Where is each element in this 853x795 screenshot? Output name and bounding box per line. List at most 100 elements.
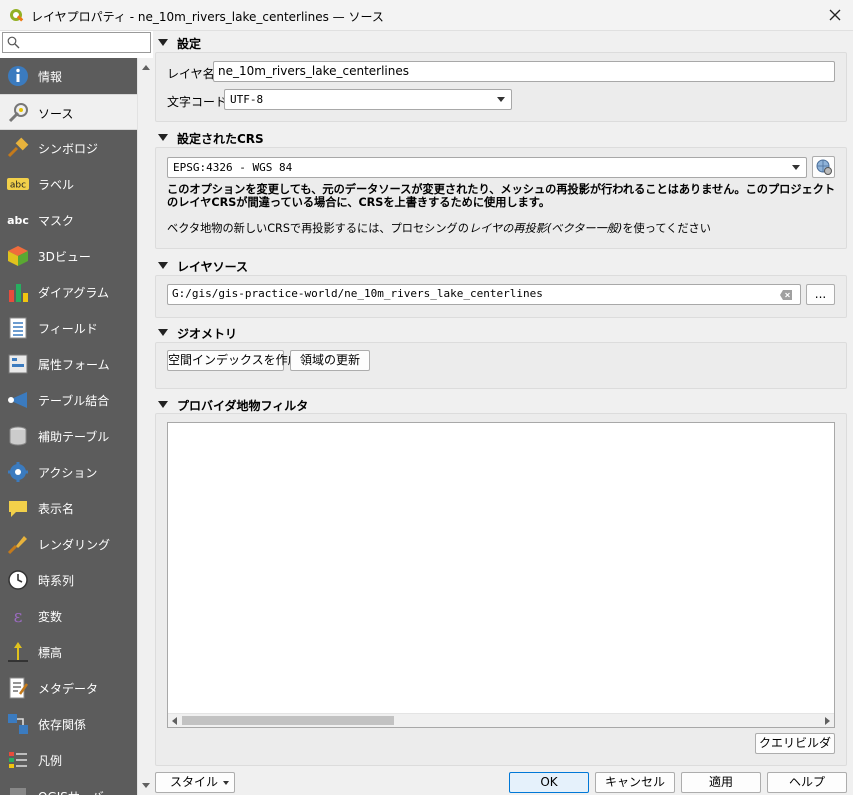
crs-combo[interactable]: EPSG:4326 - WGS 84 [167, 157, 807, 178]
ok-button[interactable]: OK [509, 772, 589, 793]
sidebar-item[interactable]: アクション [0, 454, 137, 490]
sidebar-item[interactable]: フィールド [0, 310, 137, 346]
scroll-right-icon[interactable] [825, 717, 830, 725]
crs-hint-suffix: を使ってください [622, 222, 711, 235]
sidebar-item[interactable]: シンボロジ [0, 130, 137, 166]
encoding-combo[interactable]: UTF-8 [224, 89, 512, 110]
search-box[interactable] [2, 32, 151, 53]
sidebar-item[interactable]: 凡例 [0, 742, 137, 778]
layer-source-section-header[interactable]: レイヤソース [155, 256, 847, 274]
sidebar-item-label: ソース [38, 107, 74, 121]
close-button[interactable] [817, 0, 853, 31]
sidebar-item[interactable]: メタデータ [0, 670, 137, 706]
scroll-down-icon[interactable] [142, 783, 150, 788]
crs-section-header[interactable]: 設定されたCRS [155, 128, 847, 146]
geometry-section-header[interactable]: ジオメトリ [155, 323, 847, 341]
settings-section-header[interactable]: 設定 [155, 33, 847, 51]
crs-hint-prefix: ベクタ地物の新しいCRSで再投影するには、プロセシングの [167, 222, 469, 235]
legend-icon [9, 752, 27, 768]
sidebar-item-label: 時系列 [38, 574, 75, 588]
sidebar-item-label: 標高 [38, 646, 63, 660]
sidebar-item[interactable]: ダイアグラム [0, 274, 137, 310]
sidebar-scrollbar[interactable] [137, 58, 153, 795]
sidebar-item[interactable]: QGISサーバ [0, 778, 137, 795]
variables-epsilon-icon: ε [14, 607, 23, 627]
elevation-icon [8, 642, 28, 662]
metadata-icon [9, 677, 29, 699]
browse-button[interactable]: ... [806, 284, 835, 305]
update-extent-button[interactable]: 領域の更新 [290, 350, 370, 371]
style-dropdown-button[interactable]: スタイル [155, 772, 235, 793]
sidebar-item[interactable]: 時系列 [0, 562, 137, 598]
crs-warning-text: このオプションを変更しても、元のデータソースが変更されたり、メッシュの再投影が行… [167, 183, 836, 209]
collapse-arrow-icon[interactable] [158, 401, 168, 408]
collapse-arrow-icon[interactable] [158, 262, 168, 269]
globe-settings-icon [816, 159, 832, 175]
close-icon [829, 9, 841, 21]
reproject-algorithm-link: レイヤの再投影(ベクター一般) [468, 222, 623, 235]
rendering-brush-icon [7, 536, 27, 555]
join-icon [8, 392, 27, 408]
scroll-left-icon[interactable] [172, 717, 177, 725]
layer-source-path-input[interactable]: G:/gis/gis-practice-world/ne_10m_rivers_… [167, 284, 801, 305]
collapse-arrow-icon[interactable] [158, 329, 168, 336]
sidebar-item-label: 情報 [38, 70, 63, 84]
sidebar-item-label: マスク [38, 214, 75, 228]
svg-text:abc: abc [10, 181, 26, 191]
create-spatial-index-button[interactable]: 空間インデックスを作成 [167, 350, 300, 371]
encoding-label: 文字コード [167, 95, 228, 109]
sidebar-item[interactable]: 依存関係 [0, 706, 137, 742]
sidebar-item[interactable]: 補助テーブル [0, 418, 137, 454]
filter-expression-editor[interactable] [167, 422, 835, 728]
cancel-button[interactable]: キャンセル [595, 772, 675, 793]
sidebar-item[interactable]: 3Dビュー [0, 238, 137, 274]
sidebar-item-label: シンボロジ [38, 142, 99, 156]
chevron-down-icon [497, 97, 505, 102]
sidebar-item[interactable]: abc マスク [0, 202, 137, 238]
sidebar-item[interactable]: レンダリング [0, 526, 137, 562]
collapse-arrow-icon[interactable] [158, 134, 168, 141]
sidebar-item[interactable]: 表示名 [0, 490, 137, 526]
layer-name-label: レイヤ名 [167, 67, 215, 81]
style-button-label: スタイル [170, 775, 219, 789]
mask-abc-icon: abc [7, 214, 29, 227]
sidebar-item-label: QGISサーバ [38, 788, 104, 795]
crs-selector-button[interactable] [812, 156, 835, 178]
query-builder-button[interactable]: クエリビルダ [755, 733, 835, 754]
sidebar-item-label: アクション [38, 466, 98, 480]
symbology-paintbrush-icon [7, 137, 29, 158]
apply-button[interactable]: 適用 [681, 772, 761, 793]
svg-text:abc: abc [7, 214, 29, 227]
sidebar-item[interactable]: テーブル結合 [0, 382, 137, 418]
sidebar-item[interactable]: ε 変数 [0, 598, 137, 634]
scroll-thumb[interactable] [182, 716, 394, 725]
help-button[interactable]: ヘルプ [767, 772, 847, 793]
crs-hint-text: ベクタ地物の新しいCRSで再投影するには、プロセシングのレイヤの再投影(ベクター… [167, 220, 711, 236]
layer-name-input[interactable]: ne_10m_rivers_lake_centerlines [213, 61, 835, 82]
geometry-section-title: ジオメトリ [177, 327, 238, 341]
filter-section-header[interactable]: プロバイダ地物フィルタ [155, 395, 847, 413]
attribute-form-icon [8, 354, 28, 374]
temporal-clock-icon [8, 570, 28, 590]
qgis-logo-icon [10, 9, 24, 22]
sidebar-item[interactable]: 標高 [0, 634, 137, 670]
sidebar-item[interactable]: ソース [0, 94, 137, 130]
search-input[interactable] [23, 34, 147, 51]
search-icon [7, 36, 20, 49]
sidebar-item[interactable]: abc ラベル [0, 166, 137, 202]
collapse-arrow-icon[interactable] [158, 39, 168, 46]
sidebar: 情報ソースシンボロジ abc ラベル abc マスク 3Dビューダイアグラム フィールド属性… [0, 31, 153, 795]
source-settings-icon [8, 103, 28, 123]
sidebar-item-label: ラベル [38, 178, 75, 192]
clear-text-icon[interactable] [780, 290, 792, 300]
3d-cube-icon [8, 246, 28, 266]
scroll-up-icon[interactable] [142, 65, 150, 70]
info-icon [8, 66, 28, 86]
filter-section-title: プロバイダ地物フィルタ [177, 399, 309, 413]
sidebar-item-label: 表示名 [38, 502, 75, 516]
sidebar-item[interactable]: 情報 [0, 58, 137, 94]
sidebar-item-label: フィールド [38, 322, 98, 336]
sidebar-item-label: ダイアグラム [38, 286, 110, 300]
filter-horizontal-scrollbar[interactable] [168, 713, 834, 727]
sidebar-item[interactable]: 属性フォーム [0, 346, 137, 382]
